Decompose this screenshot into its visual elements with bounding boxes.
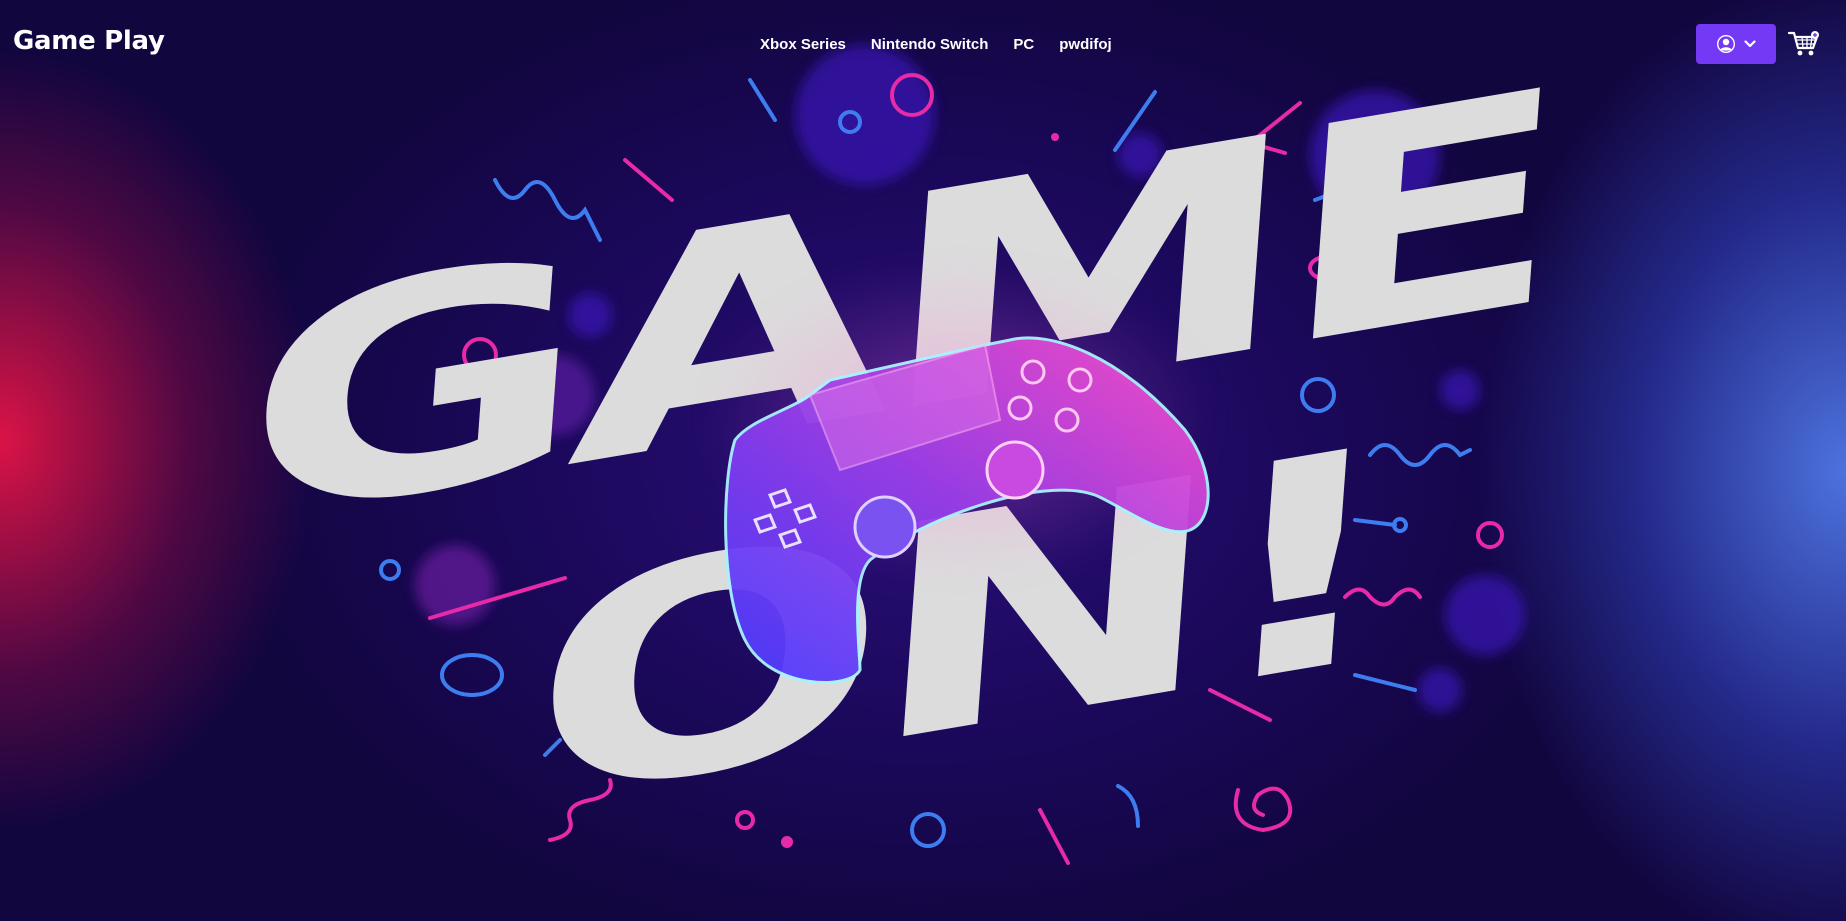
brand-logo[interactable]: Game Play xyxy=(13,26,165,56)
chevron-down-icon xyxy=(1744,40,1756,48)
nav-link-nintendo-switch[interactable]: Nintendo Switch xyxy=(871,36,989,53)
user-menu-button[interactable] xyxy=(1696,24,1776,64)
top-nav-bar: Game Play Xbox Series Nintendo Switch PC… xyxy=(0,0,1846,90)
hero-banner: GAME ON! xyxy=(233,25,1565,870)
main-nav: Xbox Series Nintendo Switch PC pwdifoj xyxy=(760,36,1112,53)
nav-link-pc[interactable]: PC xyxy=(1013,36,1034,53)
nav-link-xbox-series[interactable]: Xbox Series xyxy=(760,36,846,53)
page: GAME ON! Game Play Xbox Series Nintendo … xyxy=(0,0,1846,921)
nav-link-pwdifoj[interactable]: pwdifoj xyxy=(1059,36,1112,53)
cart-icon[interactable] xyxy=(1788,30,1820,58)
user-circle-icon xyxy=(1717,35,1735,53)
